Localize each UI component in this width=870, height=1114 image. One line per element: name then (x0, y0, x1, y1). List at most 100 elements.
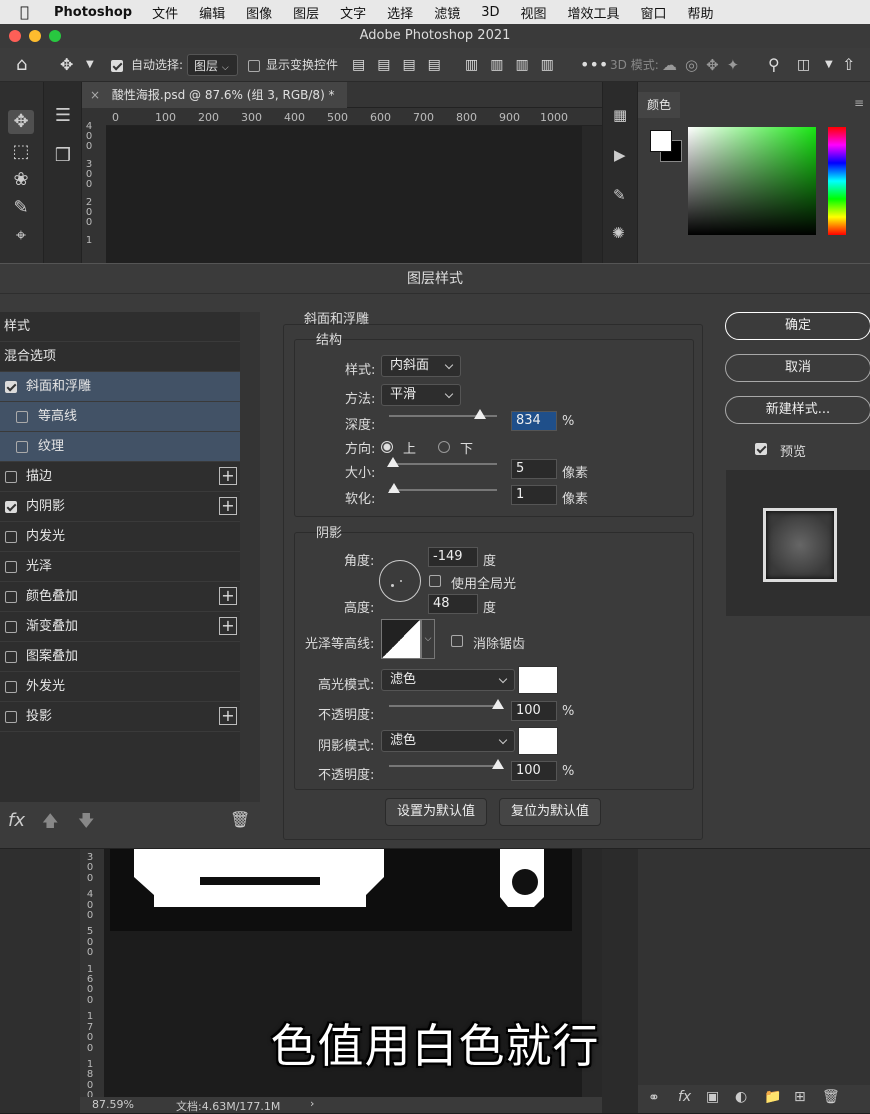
size-input[interactable]: 5 (511, 459, 557, 479)
add-effect-plus-icon[interactable]: + (219, 617, 237, 635)
move-up-arrow-icon[interactable]: 🡅 (42, 810, 58, 837)
play-actions-icon[interactable]: ▶ (614, 146, 626, 164)
slider-thumb[interactable] (492, 759, 504, 769)
3d-mode-icons[interactable]: ☁◎✥✦ (662, 54, 747, 76)
minimize-window-button[interactable] (29, 30, 41, 42)
highlight-mode-dropdown[interactable]: 滤色 (381, 669, 515, 691)
color-tab[interactable]: 颜色 (638, 92, 680, 118)
menu-plugins[interactable]: 增效工具 (568, 3, 620, 22)
style-item-color-overlay[interactable]: 颜色叠加 + (0, 582, 240, 612)
document-tab[interactable]: × 酸性海报.psd @ 87.6% (组 3, RGB/8) * (82, 82, 347, 108)
adjustments-icon[interactable]: ☰ (50, 104, 76, 128)
search-icon[interactable]: ⚲ (768, 54, 780, 76)
size-slider[interactable] (387, 457, 497, 467)
blend-options-item[interactable]: 混合选项 (0, 342, 240, 372)
style-item-contour[interactable]: 等高线 (0, 402, 240, 432)
style-item-bevel-emboss[interactable]: 斜面和浮雕 (0, 372, 240, 402)
style-item-stroke[interactable]: 描边 + (0, 462, 240, 492)
menu-view[interactable]: 视图 (520, 3, 546, 22)
style-item-checkbox[interactable] (5, 711, 17, 723)
trash-icon[interactable]: 🗑 (230, 810, 250, 829)
menu-app-name[interactable]: Photoshop (54, 5, 132, 20)
new-layer-icon[interactable]: ⊞ (794, 1089, 806, 1105)
style-item-checkbox[interactable] (5, 471, 17, 483)
move-down-arrow-icon[interactable]: 🡇 (78, 810, 94, 837)
menu-help[interactable]: 帮助 (688, 3, 714, 22)
global-light-checkbox[interactable] (429, 575, 441, 587)
menu-edit[interactable]: 编辑 (199, 3, 225, 22)
folder-icon[interactable]: 📁 (764, 1089, 781, 1105)
hue-slider[interactable] (828, 127, 846, 235)
foreground-color-swatch[interactable] (650, 130, 672, 152)
styles-header[interactable]: 样式 (0, 312, 240, 342)
distribute-icons-group[interactable]: ▥▥▥▥ (465, 54, 566, 76)
3d-cube-icon[interactable]: ❒ (50, 144, 76, 168)
cancel-button[interactable]: 取消 (725, 354, 870, 382)
style-item-drop-shadow[interactable]: 投影 + (0, 702, 240, 732)
brush-settings-icon[interactable]: ✎ (613, 186, 626, 204)
move-tool-icon[interactable]: ✥ (60, 54, 73, 76)
ok-button[interactable]: 确定 (725, 312, 870, 340)
preview-checkbox[interactable] (755, 443, 767, 455)
move-tool-icon[interactable]: ✥ (8, 110, 34, 134)
shadow-color-swatch[interactable] (518, 727, 558, 755)
color-field[interactable] (688, 127, 816, 235)
slider-thumb[interactable] (388, 483, 400, 493)
menu-select[interactable]: 选择 (387, 3, 413, 22)
gloss-contour-chevron-icon[interactable]: ⌵ (421, 619, 435, 659)
tool-preset-chevron-icon[interactable]: ▼ (86, 54, 94, 76)
style-item-checkbox[interactable] (5, 381, 17, 393)
close-window-button[interactable] (9, 30, 21, 42)
style-item-checkbox[interactable] (5, 621, 17, 633)
bevel-style-dropdown[interactable]: 内斜面 (381, 355, 461, 377)
soften-input[interactable]: 1 (511, 485, 557, 505)
style-item-pattern-overlay[interactable]: 图案叠加 (0, 642, 240, 672)
lasso-tool-icon[interactable]: ❀ (8, 168, 34, 192)
reset-default-button[interactable]: 复位为默认值 (499, 798, 601, 826)
style-item-checkbox[interactable] (5, 681, 17, 693)
menu-3d[interactable]: 3D (481, 5, 499, 20)
show-transform-checkbox[interactable] (248, 54, 260, 76)
style-item-checkbox[interactable] (16, 441, 28, 453)
style-item-inner-shadow[interactable]: 内阴影 + (0, 492, 240, 522)
auto-select-target-dropdown[interactable]: 图层 ⌵ (187, 54, 238, 76)
crop-tool-icon[interactable]: ⌖ (8, 224, 34, 248)
menu-filter[interactable]: 滤镜 (434, 3, 460, 22)
style-item-checkbox[interactable] (5, 531, 17, 543)
panel-menu-icon[interactable]: ≡ (854, 96, 864, 110)
adjustment-layer-icon[interactable]: ◐ (735, 1089, 747, 1105)
depth-input[interactable]: 834 (511, 411, 557, 431)
home-icon[interactable]: ⌂ (16, 54, 27, 76)
shadow-opacity-input[interactable]: 100 (511, 761, 557, 781)
angle-dial[interactable] (379, 560, 421, 602)
document-canvas[interactable] (106, 126, 582, 264)
auto-select-checkbox[interactable] (111, 54, 123, 76)
marquee-tool-icon[interactable]: ⬚ (8, 140, 34, 164)
share-icon[interactable]: ⇧ (842, 54, 855, 76)
add-mask-icon[interactable]: ▣ (706, 1089, 719, 1105)
slider-thumb[interactable] (474, 409, 486, 419)
layers-grid-icon[interactable]: ▦ (613, 106, 627, 124)
style-item-checkbox[interactable] (5, 561, 17, 573)
style-item-checkbox[interactable] (5, 501, 17, 513)
slider-thumb[interactable] (492, 699, 504, 709)
close-tab-icon[interactable]: × (90, 88, 100, 102)
menu-type[interactable]: 文字 (340, 3, 366, 22)
link-layers-icon[interactable]: ⚭ (648, 1090, 660, 1106)
delete-layer-icon[interactable]: 🗑 (822, 1089, 840, 1105)
style-item-checkbox[interactable] (16, 411, 28, 423)
style-item-checkbox[interactable] (5, 651, 17, 663)
style-item-gradient-overlay[interactable]: 渐变叠加 + (0, 612, 240, 642)
style-item-inner-glow[interactable]: 内发光 (0, 522, 240, 552)
zoom-level[interactable]: 87.59% (92, 1098, 134, 1111)
add-effect-plus-icon[interactable]: + (219, 707, 237, 725)
add-effect-plus-icon[interactable]: + (219, 467, 237, 485)
soften-slider[interactable] (388, 483, 497, 493)
angle-input[interactable]: -149 (428, 547, 478, 567)
highlight-color-swatch[interactable] (518, 666, 558, 694)
apple-icon[interactable]:  (20, 3, 42, 21)
shadow-opacity-slider[interactable] (389, 759, 504, 769)
style-item-satin[interactable]: 光泽 (0, 552, 240, 582)
quick-select-tool-icon[interactable]: ✎ (8, 196, 34, 220)
style-item-outer-glow[interactable]: 外发光 (0, 672, 240, 702)
